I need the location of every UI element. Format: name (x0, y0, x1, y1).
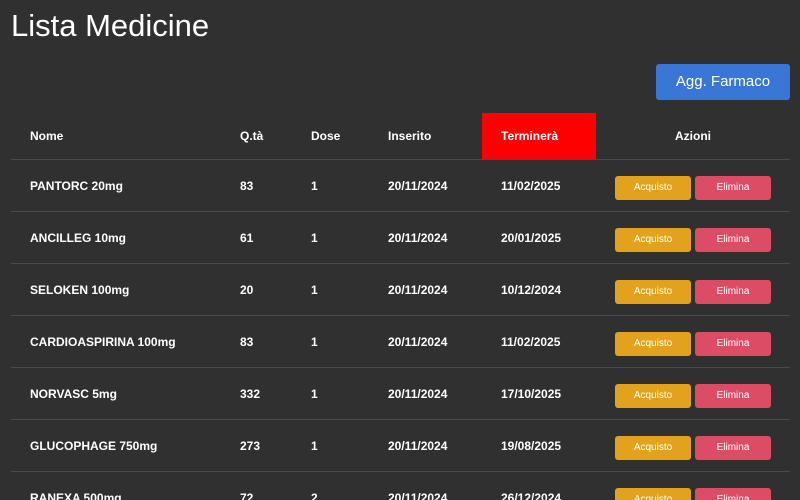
cell-actions: Acquisto Elimina (596, 367, 790, 420)
cell-actions: Acquisto Elimina (596, 263, 790, 316)
cell-expires: 11/02/2025 (482, 159, 596, 212)
delete-button[interactable]: Elimina (695, 488, 771, 500)
cell-expires: 10/12/2024 (482, 263, 596, 316)
buy-button[interactable]: Acquisto (615, 228, 691, 252)
table-row: PANTORC 20mg 83 1 20/11/2024 11/02/2025 … (11, 159, 790, 212)
page-title: Lista Medicine (11, 8, 210, 43)
cell-dose: 1 (292, 263, 369, 316)
delete-button[interactable]: Elimina (695, 384, 771, 408)
cell-dose: 1 (292, 211, 369, 264)
delete-button[interactable]: Elimina (695, 332, 771, 356)
cell-inserted: 20/11/2024 (369, 367, 482, 420)
table-row: CARDIOASPIRINA 100mg 83 1 20/11/2024 11/… (11, 315, 790, 368)
buy-button[interactable]: Acquisto (615, 384, 691, 408)
cell-expires: 17/10/2025 (482, 367, 596, 420)
cell-name: ANCILLEG 10mg (11, 211, 221, 264)
cell-inserted: 20/11/2024 (369, 263, 482, 316)
cell-inserted: 20/11/2024 (369, 315, 482, 368)
cell-name: NORVASC 5mg (11, 367, 221, 420)
column-header-inserted[interactable]: Inserito (369, 113, 482, 160)
delete-button[interactable]: Elimina (695, 176, 771, 200)
cell-inserted: 20/11/2024 (369, 159, 482, 212)
cell-actions: Acquisto Elimina (596, 315, 790, 368)
add-medicine-button[interactable]: Agg. Farmaco (656, 64, 790, 100)
delete-button[interactable]: Elimina (695, 228, 771, 252)
cell-name: GLUCOPHAGE 750mg (11, 419, 221, 472)
cell-dose: 1 (292, 315, 369, 368)
cell-expires: 20/01/2025 (482, 211, 596, 264)
cell-actions: Acquisto Elimina (596, 159, 790, 212)
cell-actions: Acquisto Elimina (596, 471, 790, 500)
buy-button[interactable]: Acquisto (615, 436, 691, 460)
cell-dose: 2 (292, 471, 369, 500)
table-row: SELOKEN 100mg 20 1 20/11/2024 10/12/2024… (11, 263, 790, 316)
cell-qty: 61 (221, 211, 292, 264)
table-row: NORVASC 5mg 332 1 20/11/2024 17/10/2025 … (11, 367, 790, 420)
cell-qty: 332 (221, 367, 292, 420)
table-row: RANEXA 500mg 72 2 20/11/2024 26/12/2024 … (11, 471, 790, 500)
column-header-qty[interactable]: Q.tà (221, 113, 292, 160)
cell-actions: Acquisto Elimina (596, 419, 790, 472)
buy-button[interactable]: Acquisto (615, 176, 691, 200)
cell-inserted: 20/11/2024 (369, 211, 482, 264)
cell-expires: 11/02/2025 (482, 315, 596, 368)
cell-dose: 1 (292, 159, 369, 212)
cell-name: SELOKEN 100mg (11, 263, 221, 316)
column-header-name[interactable]: Nome (11, 113, 221, 160)
column-header-expires[interactable]: Terminerà (482, 113, 596, 160)
medicine-table: Nome Q.tà Dose Inserito Terminerà Azioni… (11, 113, 790, 500)
buy-button[interactable]: Acquisto (615, 280, 691, 304)
page: Lista Medicine Agg. Farmaco Nome Q.tà Do… (0, 0, 800, 500)
cell-name: RANEXA 500mg (11, 471, 221, 500)
cell-qty: 72 (221, 471, 292, 500)
delete-button[interactable]: Elimina (695, 436, 771, 460)
cell-dose: 1 (292, 419, 369, 472)
cell-qty: 273 (221, 419, 292, 472)
cell-expires: 19/08/2025 (482, 419, 596, 472)
buy-button[interactable]: Acquisto (615, 332, 691, 356)
table-row: GLUCOPHAGE 750mg 273 1 20/11/2024 19/08/… (11, 419, 790, 472)
header-row: Nome Q.tà Dose Inserito Terminerà Azioni (11, 113, 790, 160)
table-header: Nome Q.tà Dose Inserito Terminerà Azioni (11, 113, 790, 160)
cell-expires: 26/12/2024 (482, 471, 596, 500)
cell-dose: 1 (292, 367, 369, 420)
column-header-actions: Azioni (596, 113, 790, 160)
cell-qty: 83 (221, 159, 292, 212)
cell-qty: 20 (221, 263, 292, 316)
table-row: ANCILLEG 10mg 61 1 20/11/2024 20/01/2025… (11, 211, 790, 264)
cell-qty: 83 (221, 315, 292, 368)
cell-inserted: 20/11/2024 (369, 471, 482, 500)
delete-button[interactable]: Elimina (695, 280, 771, 304)
cell-name: PANTORC 20mg (11, 159, 221, 212)
table-body: PANTORC 20mg 83 1 20/11/2024 11/02/2025 … (11, 159, 790, 500)
buy-button[interactable]: Acquisto (615, 488, 691, 500)
cell-inserted: 20/11/2024 (369, 419, 482, 472)
column-header-dose[interactable]: Dose (292, 113, 369, 160)
cell-name: CARDIOASPIRINA 100mg (11, 315, 221, 368)
cell-actions: Acquisto Elimina (596, 211, 790, 264)
